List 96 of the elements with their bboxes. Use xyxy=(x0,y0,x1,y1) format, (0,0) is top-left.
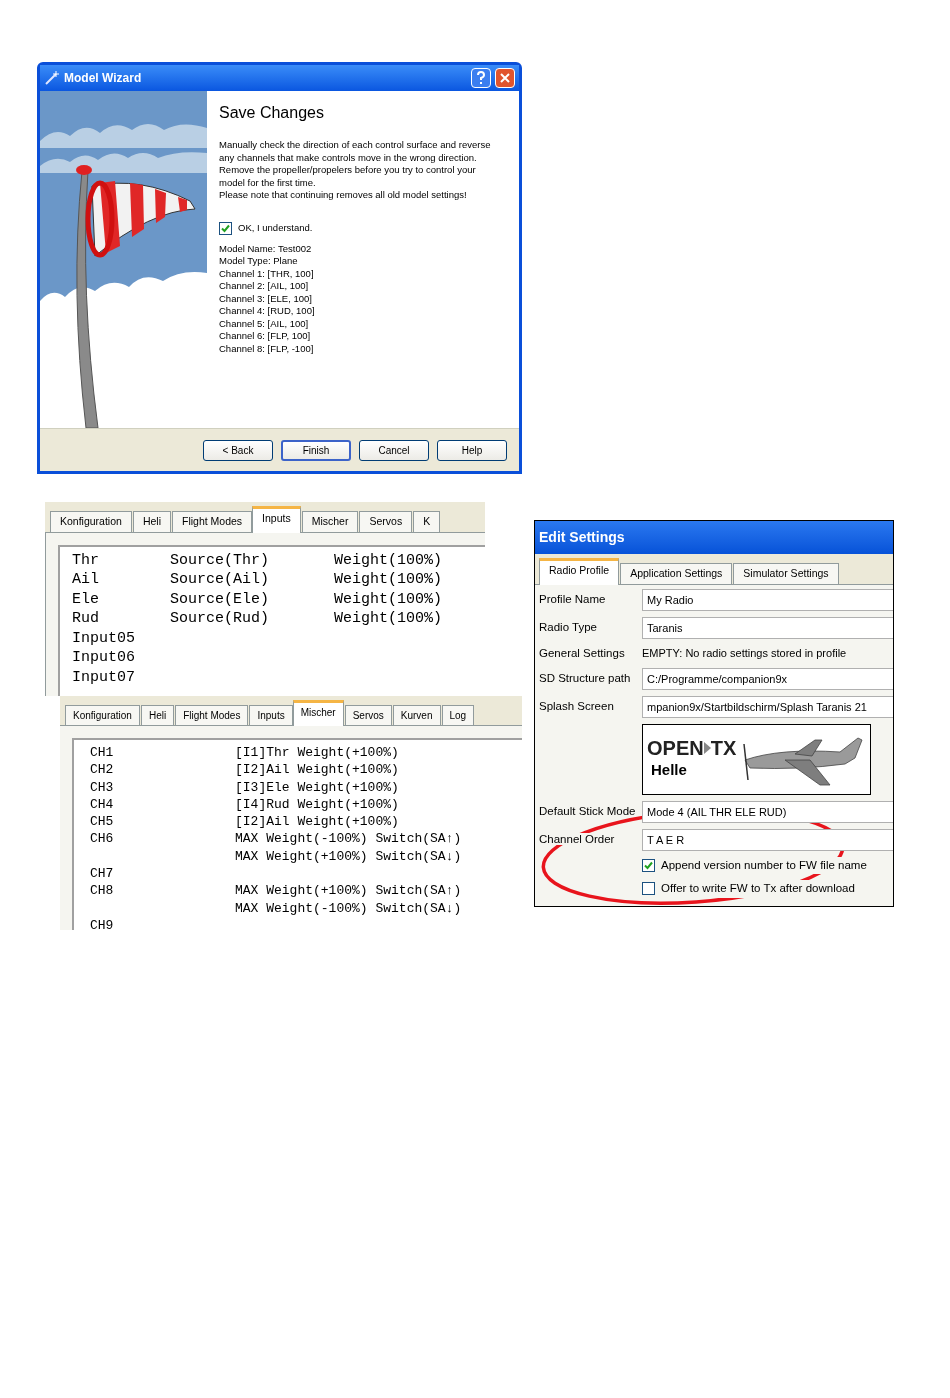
input-weight: Weight(100%) xyxy=(334,609,444,629)
input-name: Ele xyxy=(72,589,100,610)
input-weight: Weight(100%) xyxy=(334,550,444,571)
field-label: Radio Type xyxy=(539,621,597,634)
splash-caption: Helle xyxy=(650,760,688,781)
field-label: Splash Screen xyxy=(539,700,614,713)
checkbox[interactable] xyxy=(642,882,655,896)
summary-line: Channel 1: [THR, 100] xyxy=(219,267,315,280)
summary-line: Model Name: Test002 xyxy=(219,242,313,255)
mix-line: [I2]Ail Weight(+100%) xyxy=(235,761,400,779)
tab[interactable]: Mischer xyxy=(292,700,344,726)
summary-line: Channel 2: [AIL, 100] xyxy=(219,280,310,293)
checkbox-label: Append version number to FW file name xyxy=(661,857,867,875)
mix-line: [I4]Rud Weight(+100%) xyxy=(235,795,400,814)
triangle-icon xyxy=(703,742,711,755)
tab[interactable]: Servos xyxy=(344,705,392,725)
summary-line: Model Type: Plane xyxy=(219,255,299,268)
field-value: EMPTY: No radio settings stored in profile xyxy=(642,646,847,662)
channel-name: CH3 xyxy=(90,778,115,796)
mix-line: [I2]Ail Weight(+100%) xyxy=(235,813,400,831)
text-field[interactable]: T A E R xyxy=(642,829,893,851)
channel-name: CH5 xyxy=(90,813,115,831)
tab[interactable]: Inputs xyxy=(249,705,293,725)
field-label: Default Stick Mode xyxy=(539,805,636,818)
input-source: Source(Rud) xyxy=(170,609,271,629)
tab[interactable]: Radio Profile xyxy=(539,558,620,585)
dialog-button[interactable]: Finish xyxy=(281,439,351,461)
channel-name: CH1 xyxy=(90,744,115,762)
tab[interactable]: Application Settings xyxy=(620,563,733,584)
field-label: Profile Name xyxy=(539,593,606,606)
dialog-button[interactable]: < Back xyxy=(203,439,273,461)
channel-name: CH8 xyxy=(90,882,115,901)
tab[interactable]: Konfiguration xyxy=(50,511,132,532)
channel-name: CH9 xyxy=(90,916,115,930)
checkbox[interactable] xyxy=(219,221,232,235)
input-weight: Weight(100%) xyxy=(334,570,444,590)
summary-line: Channel 5: [AIL, 100] xyxy=(219,317,310,330)
help-icon[interactable] xyxy=(471,68,491,88)
input-name: Input06 xyxy=(72,648,136,668)
text-field[interactable]: Mode 4 (AIL THR ELE RUD) xyxy=(642,801,893,823)
checkbox[interactable] xyxy=(642,859,655,873)
logo-text: TX xyxy=(710,737,737,760)
field-label: General Settings xyxy=(539,645,626,661)
input-source: Source(Thr) xyxy=(170,550,271,571)
input-source: Source(Ail) xyxy=(170,570,271,590)
text-field[interactable]: Taranis xyxy=(642,616,893,639)
tab[interactable]: Inputs xyxy=(252,506,301,533)
text-field[interactable]: My Radio xyxy=(642,588,893,611)
warning-text: Please note that continuing removes all old model settings! xyxy=(219,189,468,202)
field-label: SD Structure path xyxy=(539,672,631,685)
tab[interactable]: Mischer xyxy=(301,511,359,532)
dialog-button[interactable]: Help xyxy=(437,439,507,461)
summary-line: Channel 3: [ELE, 100] xyxy=(219,292,313,305)
summary-line: Channel 4: [RUD, 100] xyxy=(219,305,316,318)
mix-line: MAX Weight(-100%) Switch(SA↑) xyxy=(235,830,463,848)
text-field[interactable]: C:/Programme/companion9x xyxy=(642,668,893,690)
channel-name: CH7 xyxy=(90,865,115,883)
input-name: Ail xyxy=(72,570,100,590)
dialog-button[interactable]: Cancel xyxy=(359,439,429,461)
tab[interactable]: Servos xyxy=(359,511,413,532)
tab[interactable]: Simulator Settings xyxy=(733,563,839,584)
tab[interactable]: Konfiguration xyxy=(65,705,140,725)
window-title: Edit Settings xyxy=(539,528,625,547)
mix-line: MAX Weight(+100%) Switch(SA↓) xyxy=(235,847,463,866)
tab[interactable]: Log xyxy=(441,705,475,725)
input-name: Input07 xyxy=(72,667,136,688)
tab[interactable]: Flight Modes xyxy=(172,511,253,532)
tab[interactable]: Heli xyxy=(140,705,175,725)
field-label: Channel Order xyxy=(539,833,615,846)
instructions-text: Manually check the direction of each control surface and reverse any channels that make controls move in the wrong direction. Remove the propeller/propelers before you try to control your model for the first time. xyxy=(219,139,492,189)
mix-line: MAX Weight(+100%) Switch(SA↑) xyxy=(235,882,463,900)
input-source: Source(Ele) xyxy=(170,589,271,610)
tab[interactable]: Heli xyxy=(132,511,171,532)
input-name: Rud xyxy=(72,609,100,629)
mix-line: [I3]Ele Weight(+100%) xyxy=(235,778,400,796)
page-heading: Save Changes xyxy=(219,103,325,123)
window-title: Model Wizard xyxy=(64,70,143,87)
channel-name: CH6 xyxy=(90,830,115,849)
mix-line: MAX Weight(-100%) Switch(SA↓) xyxy=(235,899,463,917)
channel-name: CH4 xyxy=(90,795,115,814)
text-field[interactable]: mpanion9x/Startbildschirm/Splash Taranis 21 xyxy=(642,696,893,718)
summary-line: Channel 8: [FLP, -100] xyxy=(219,342,315,355)
tab[interactable]: K xyxy=(413,511,441,532)
summary-line: Channel 6: [FLP, 100] xyxy=(219,330,312,343)
checkbox-label: Offer to write FW to Tx after download xyxy=(661,880,855,898)
logo-text: OPEN xyxy=(647,737,704,760)
input-weight: Weight(100%) xyxy=(334,589,444,610)
channel-name: CH2 xyxy=(90,761,115,779)
mix-line: [I1]Thr Weight(+100%) xyxy=(235,744,400,762)
checkbox-label: OK, I understand. xyxy=(238,221,313,235)
input-name: Thr xyxy=(72,550,100,571)
input-name: Input05 xyxy=(72,628,136,649)
tab[interactable]: Flight Modes xyxy=(175,705,249,725)
tab[interactable]: Kurven xyxy=(392,705,441,725)
close-icon[interactable] xyxy=(495,68,515,88)
wand-icon xyxy=(44,70,60,86)
